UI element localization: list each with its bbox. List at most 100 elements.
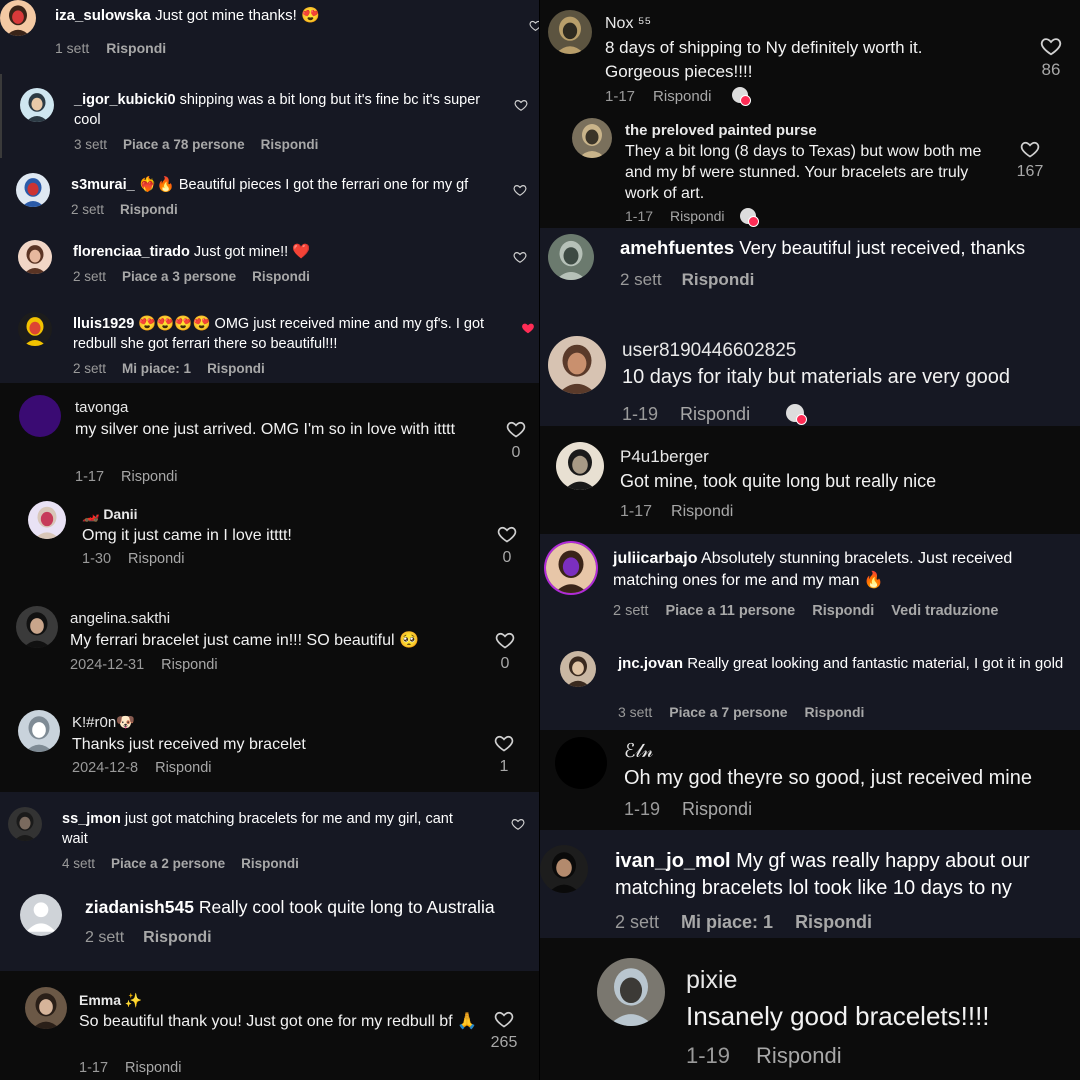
username[interactable]: ℰ𝓁𝓃 (624, 739, 1074, 765)
avatar[interactable] (555, 737, 607, 789)
comment-text-block: the preloved painted purse They a bit lon… (625, 120, 1005, 204)
like-heart-icon[interactable] (513, 250, 527, 269)
reply-button[interactable]: Rispondi (207, 361, 265, 376)
reply-button[interactable]: Rispondi (125, 1060, 181, 1076)
username[interactable]: pixie (686, 962, 1066, 998)
reply-button[interactable]: Rispondi (252, 269, 310, 284)
username[interactable]: ivan_jo_mol (615, 850, 731, 872)
timestamp: 2 sett (613, 603, 649, 619)
like-button[interactable] (1031, 35, 1071, 57)
username[interactable]: Nox ⁵⁵ (605, 12, 995, 36)
like-count: 167 (1016, 163, 1044, 180)
username[interactable]: K!#r0n🐶 (72, 712, 492, 734)
creator-liked-badge (740, 208, 759, 227)
reply-button[interactable]: Rispondi (106, 40, 166, 56)
avatar[interactable] (546, 543, 596, 593)
like-heart-icon[interactable] (513, 183, 527, 202)
like-button[interactable] (484, 733, 524, 753)
username[interactable]: 🏎️ Danii (82, 503, 482, 525)
avatar[interactable] (597, 958, 665, 1026)
username[interactable]: lluis1929 (73, 316, 134, 332)
comment-text-block: P4u1berger Got mine, took quite long but … (620, 445, 1040, 493)
reply-button[interactable]: Rispondi (128, 551, 184, 567)
comment-meta: 1-17 Rispondi (620, 503, 752, 521)
reply-button[interactable]: Rispondi (756, 1043, 842, 1068)
reply-button[interactable]: Rispondi (805, 704, 865, 720)
reply-button[interactable]: Rispondi (671, 503, 733, 520)
like-heart-icon[interactable] (514, 98, 528, 117)
reply-button[interactable]: Rispondi (261, 137, 319, 152)
reply-button[interactable]: Rispondi (680, 404, 750, 424)
comment-text: Really cool took quite long to Australia (198, 897, 495, 917)
timestamp: 1-17 (620, 503, 653, 520)
avatar[interactable] (548, 234, 594, 280)
reply-button[interactable]: Rispondi (241, 856, 299, 871)
translate-link[interactable]: Vedi traduzione (891, 603, 998, 619)
username[interactable]: tavonga (75, 397, 475, 419)
like-button[interactable] (496, 419, 536, 439)
username[interactable]: Emma ✨ (79, 989, 479, 1011)
reply-button[interactable]: Rispondi (682, 799, 752, 819)
comment-text-block: Emma ✨ So beautiful thank you! Just got o… (79, 989, 479, 1033)
avatar[interactable] (25, 987, 67, 1029)
like-button[interactable] (484, 1009, 524, 1029)
username[interactable]: angelina.sakthi (70, 608, 490, 630)
username[interactable]: _igor_kubicki0 (74, 92, 176, 108)
comment-text: Very beautiful just received, thanks (739, 237, 1026, 258)
reply-button[interactable]: Rispondi (155, 760, 211, 776)
username[interactable]: ss_jmon (62, 811, 121, 827)
reply-button[interactable]: Rispondi (143, 929, 211, 946)
reply-button[interactable]: Rispondi (670, 208, 724, 224)
avatar[interactable] (18, 240, 52, 274)
avatar[interactable] (20, 894, 62, 936)
like-count-text: Piace a 11 persone (665, 603, 796, 619)
username[interactable]: jnc.jovan (618, 655, 683, 672)
avatar[interactable] (18, 312, 52, 346)
like-heart-icon[interactable] (521, 321, 535, 340)
like-button[interactable] (487, 524, 527, 544)
comment-meta: 2 sett Rispondi (71, 202, 194, 217)
reply-button[interactable]: Rispondi (682, 270, 755, 289)
username[interactable]: user8190446602825 (622, 338, 1072, 364)
username[interactable]: s3murai_ (71, 177, 135, 193)
avatar[interactable] (16, 606, 58, 648)
timestamp: 2 sett (73, 269, 107, 284)
avatar[interactable] (572, 118, 612, 158)
avatar[interactable] (20, 88, 54, 122)
username[interactable]: juliicarbajo (613, 550, 697, 567)
avatar[interactable] (556, 442, 604, 490)
avatar[interactable] (8, 807, 42, 841)
username[interactable]: iza_sulowska (55, 7, 151, 24)
comment-text: 😍😍😍😍 OMG just received mine and my gf's.… (73, 316, 485, 352)
username[interactable]: P4u1berger (620, 445, 1040, 469)
reply-button[interactable]: Rispondi (121, 469, 177, 485)
avatar[interactable] (548, 336, 606, 394)
comment-text-block: tavonga my silver one just arrived. OMG I… (75, 397, 475, 441)
reply-button[interactable]: Rispondi (795, 912, 872, 932)
avatar[interactable] (28, 501, 66, 539)
comment-text: 8 days of shipping to Ny definitely wort… (605, 38, 923, 81)
like-heart-icon[interactable] (511, 817, 525, 836)
username[interactable]: florenciaa_tirado (73, 244, 190, 260)
comment-meta: 3 sett Piace a 7 persone Rispondi (618, 704, 881, 720)
username[interactable]: the preloved painted purse (625, 120, 1005, 141)
avatar[interactable] (16, 173, 50, 207)
comment-text: Just got mine!! ❤️ (193, 244, 311, 260)
avatar[interactable] (560, 651, 596, 687)
like-button[interactable] (1010, 139, 1050, 159)
timestamp: 2 sett (620, 270, 662, 289)
reply-button[interactable]: Rispondi (120, 202, 178, 217)
like-button[interactable] (485, 630, 525, 650)
username[interactable]: ziadanish545 (85, 897, 194, 917)
avatar[interactable] (19, 395, 61, 437)
avatar[interactable] (18, 710, 60, 752)
avatar[interactable] (0, 0, 36, 36)
avatar[interactable] (548, 10, 592, 54)
reply-button[interactable]: Rispondi (812, 603, 874, 619)
reply-button[interactable]: Rispondi (161, 657, 217, 673)
avatar[interactable] (540, 845, 588, 893)
comment-meta: 2 sett Mi piace: 1 Rispondi (615, 912, 894, 933)
comment-text-block: amehfuentes Very beautiful just received… (620, 236, 1070, 260)
reply-button[interactable]: Rispondi (653, 88, 711, 105)
username[interactable]: amehfuentes (620, 237, 734, 258)
